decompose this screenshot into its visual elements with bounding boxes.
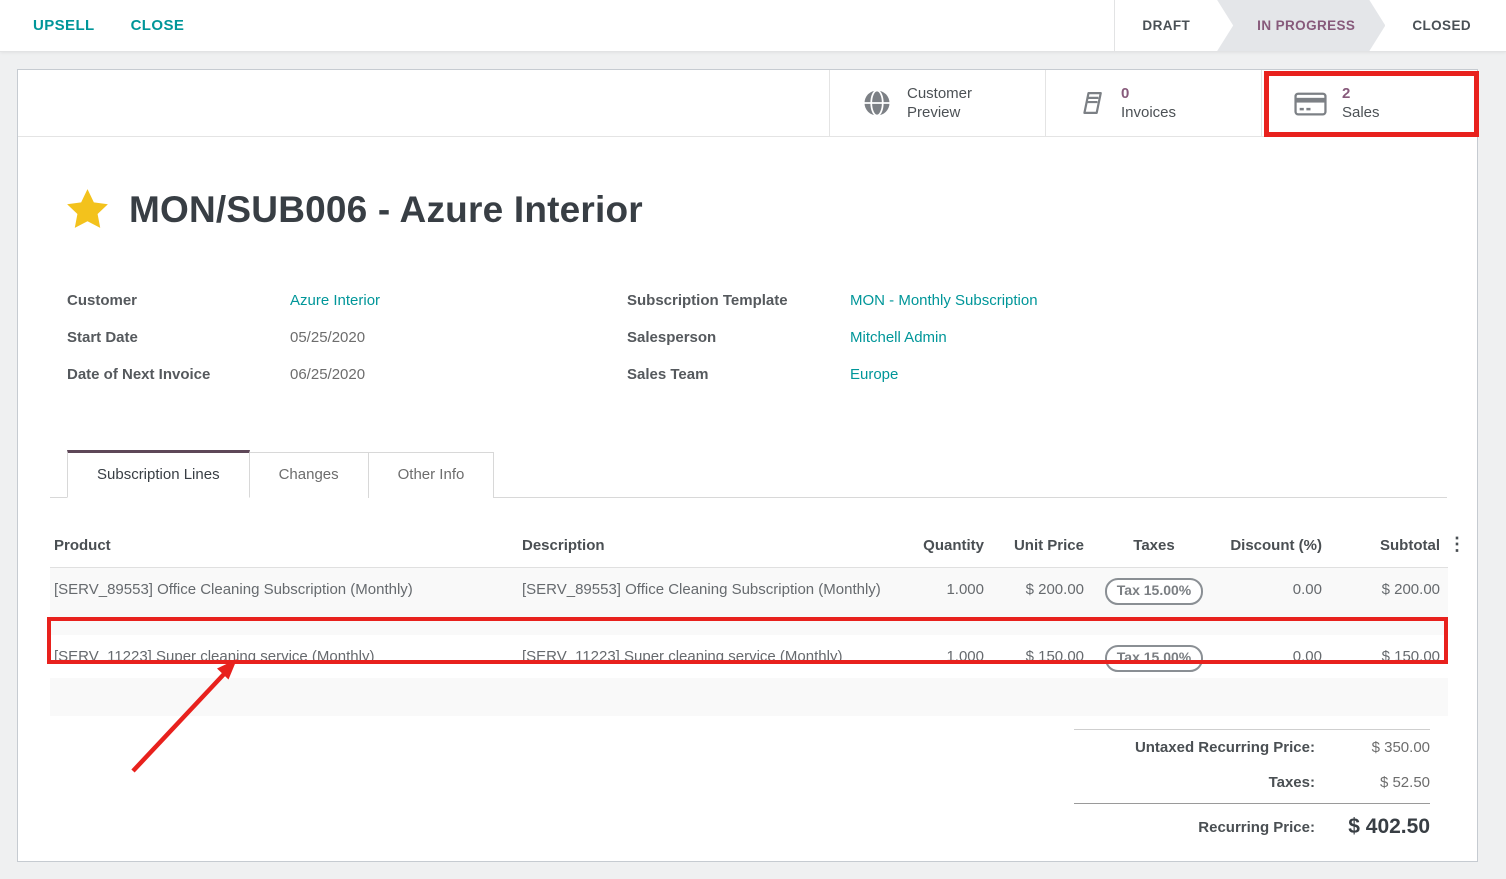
column-header-taxes: Taxes [1088, 524, 1220, 567]
recurring-price-label: Recurring Price: [1198, 819, 1315, 836]
globe-icon [862, 88, 892, 118]
invoices-count: 0 [1121, 84, 1176, 104]
book-icon [1078, 89, 1106, 117]
cell-unit-price: $ 200.00 [988, 568, 1088, 635]
cell-subtotal: $ 150.00 [1326, 635, 1444, 678]
sales-count: 2 [1342, 84, 1380, 104]
statusbar: DRAFT IN PROGRESS CLOSED [1114, 0, 1506, 51]
page-title: MON/SUB006 - Azure Interior [129, 189, 643, 231]
totals-block: Untaxed Recurring Price: $ 350.00 Taxes:… [1074, 729, 1430, 850]
favorite-star-icon[interactable] [64, 186, 111, 233]
column-header-discount: Discount (%) [1220, 524, 1326, 567]
customer-preview-label-line1: Customer [907, 84, 972, 104]
kebab-menu-icon[interactable]: ⋮ [1448, 534, 1466, 554]
field-value-next-invoice-date[interactable]: 06/25/2020 [290, 366, 365, 383]
tab-changes[interactable]: Changes [250, 452, 369, 498]
header-actions: UPSELL CLOSE [0, 17, 184, 34]
cell-quantity: 1.000 [900, 635, 988, 678]
field-value-sales-team[interactable]: Europe [850, 366, 898, 383]
field-group: Customer Azure Interior Start Date 05/25… [67, 282, 1447, 393]
untaxed-recurring-price-label: Untaxed Recurring Price: [1135, 739, 1315, 756]
field-label-sales-team: Sales Team [627, 366, 850, 383]
status-step-draft[interactable]: DRAFT [1115, 0, 1217, 51]
field-label-subscription-template: Subscription Template [627, 292, 850, 309]
tab-other-info[interactable]: Other Info [369, 452, 495, 498]
status-step-in-progress[interactable]: IN PROGRESS [1217, 0, 1385, 51]
column-header-quantity: Quantity [900, 524, 988, 567]
cell-discount: 0.00 [1220, 568, 1326, 635]
empty-table-stripe [50, 678, 1448, 716]
field-label-next-invoice-date: Date of Next Invoice [67, 366, 290, 383]
field-label-customer: Customer [67, 292, 290, 309]
cell-product: [SERV_11223] Super cleaning service (Mon… [50, 635, 518, 678]
field-label-salesperson: Salesperson [627, 329, 850, 346]
customer-preview-label-line2: Preview [907, 103, 972, 123]
column-header-unit-price: Unit Price [988, 524, 1088, 567]
cell-discount: 0.00 [1220, 635, 1326, 678]
sales-button[interactable]: 2 Sales [1261, 70, 1477, 136]
invoices-label: Invoices [1121, 103, 1176, 123]
invoices-button[interactable]: 0 Invoices [1045, 70, 1261, 136]
top-navbar: UPSELL CLOSE DRAFT IN PROGRESS CLOSED [0, 0, 1506, 52]
table-header-row: Product Description Quantity Unit Price … [50, 524, 1448, 568]
cell-product: [SERV_89553] Office Cleaning Subscriptio… [50, 568, 518, 635]
recurring-price-value: $ 402.50 [1315, 815, 1430, 839]
sales-label: Sales [1342, 103, 1380, 123]
tax-badge: Tax 15.00% [1105, 578, 1203, 605]
cell-unit-price: $ 150.00 [988, 635, 1088, 678]
taxes-label: Taxes: [1269, 774, 1315, 791]
credit-card-icon [1294, 90, 1327, 117]
field-value-subscription-template[interactable]: MON - Monthly Subscription [850, 292, 1038, 309]
field-value-start-date[interactable]: 05/25/2020 [290, 329, 365, 346]
cell-description: [SERV_89553] Office Cleaning Subscriptio… [518, 568, 900, 635]
tab-subscription-lines[interactable]: Subscription Lines [67, 450, 250, 498]
taxes-value: $ 52.50 [1315, 774, 1430, 791]
customer-preview-button[interactable]: Customer Preview [829, 70, 1045, 136]
table-row[interactable]: [SERV_89553] Office Cleaning Subscriptio… [50, 568, 1448, 635]
subscription-form-panel: Customer Preview 0 Invoices [17, 69, 1478, 862]
cell-description: [SERV_11223] Super cleaning service (Mon… [518, 635, 900, 678]
untaxed-recurring-price-value: $ 350.00 [1315, 739, 1430, 756]
notebook-tabs: Subscription Lines Changes Other Info [50, 450, 1447, 498]
status-step-closed[interactable]: CLOSED [1385, 0, 1498, 51]
column-header-description: Description [518, 524, 900, 567]
close-button[interactable]: CLOSE [131, 17, 185, 34]
button-box: Customer Preview 0 Invoices [18, 70, 1477, 137]
field-value-salesperson[interactable]: Mitchell Admin [850, 329, 947, 346]
form-sheet: MON/SUB006 - Azure Interior Customer Azu… [18, 186, 1477, 850]
upsell-button[interactable]: UPSELL [33, 17, 95, 34]
field-value-customer[interactable]: Azure Interior [290, 292, 380, 309]
column-header-product: Product [50, 524, 518, 567]
cell-subtotal: $ 200.00 [1326, 568, 1444, 635]
column-header-subtotal: Subtotal [1326, 524, 1444, 567]
tax-badge: Tax 15.00% [1105, 645, 1203, 672]
cell-quantity: 1.000 [900, 568, 988, 635]
subscription-lines-table: Product Description Quantity Unit Price … [50, 524, 1448, 716]
table-row-highlighted[interactable]: [SERV_11223] Super cleaning service (Mon… [50, 635, 1448, 678]
field-label-start-date: Start Date [67, 329, 290, 346]
